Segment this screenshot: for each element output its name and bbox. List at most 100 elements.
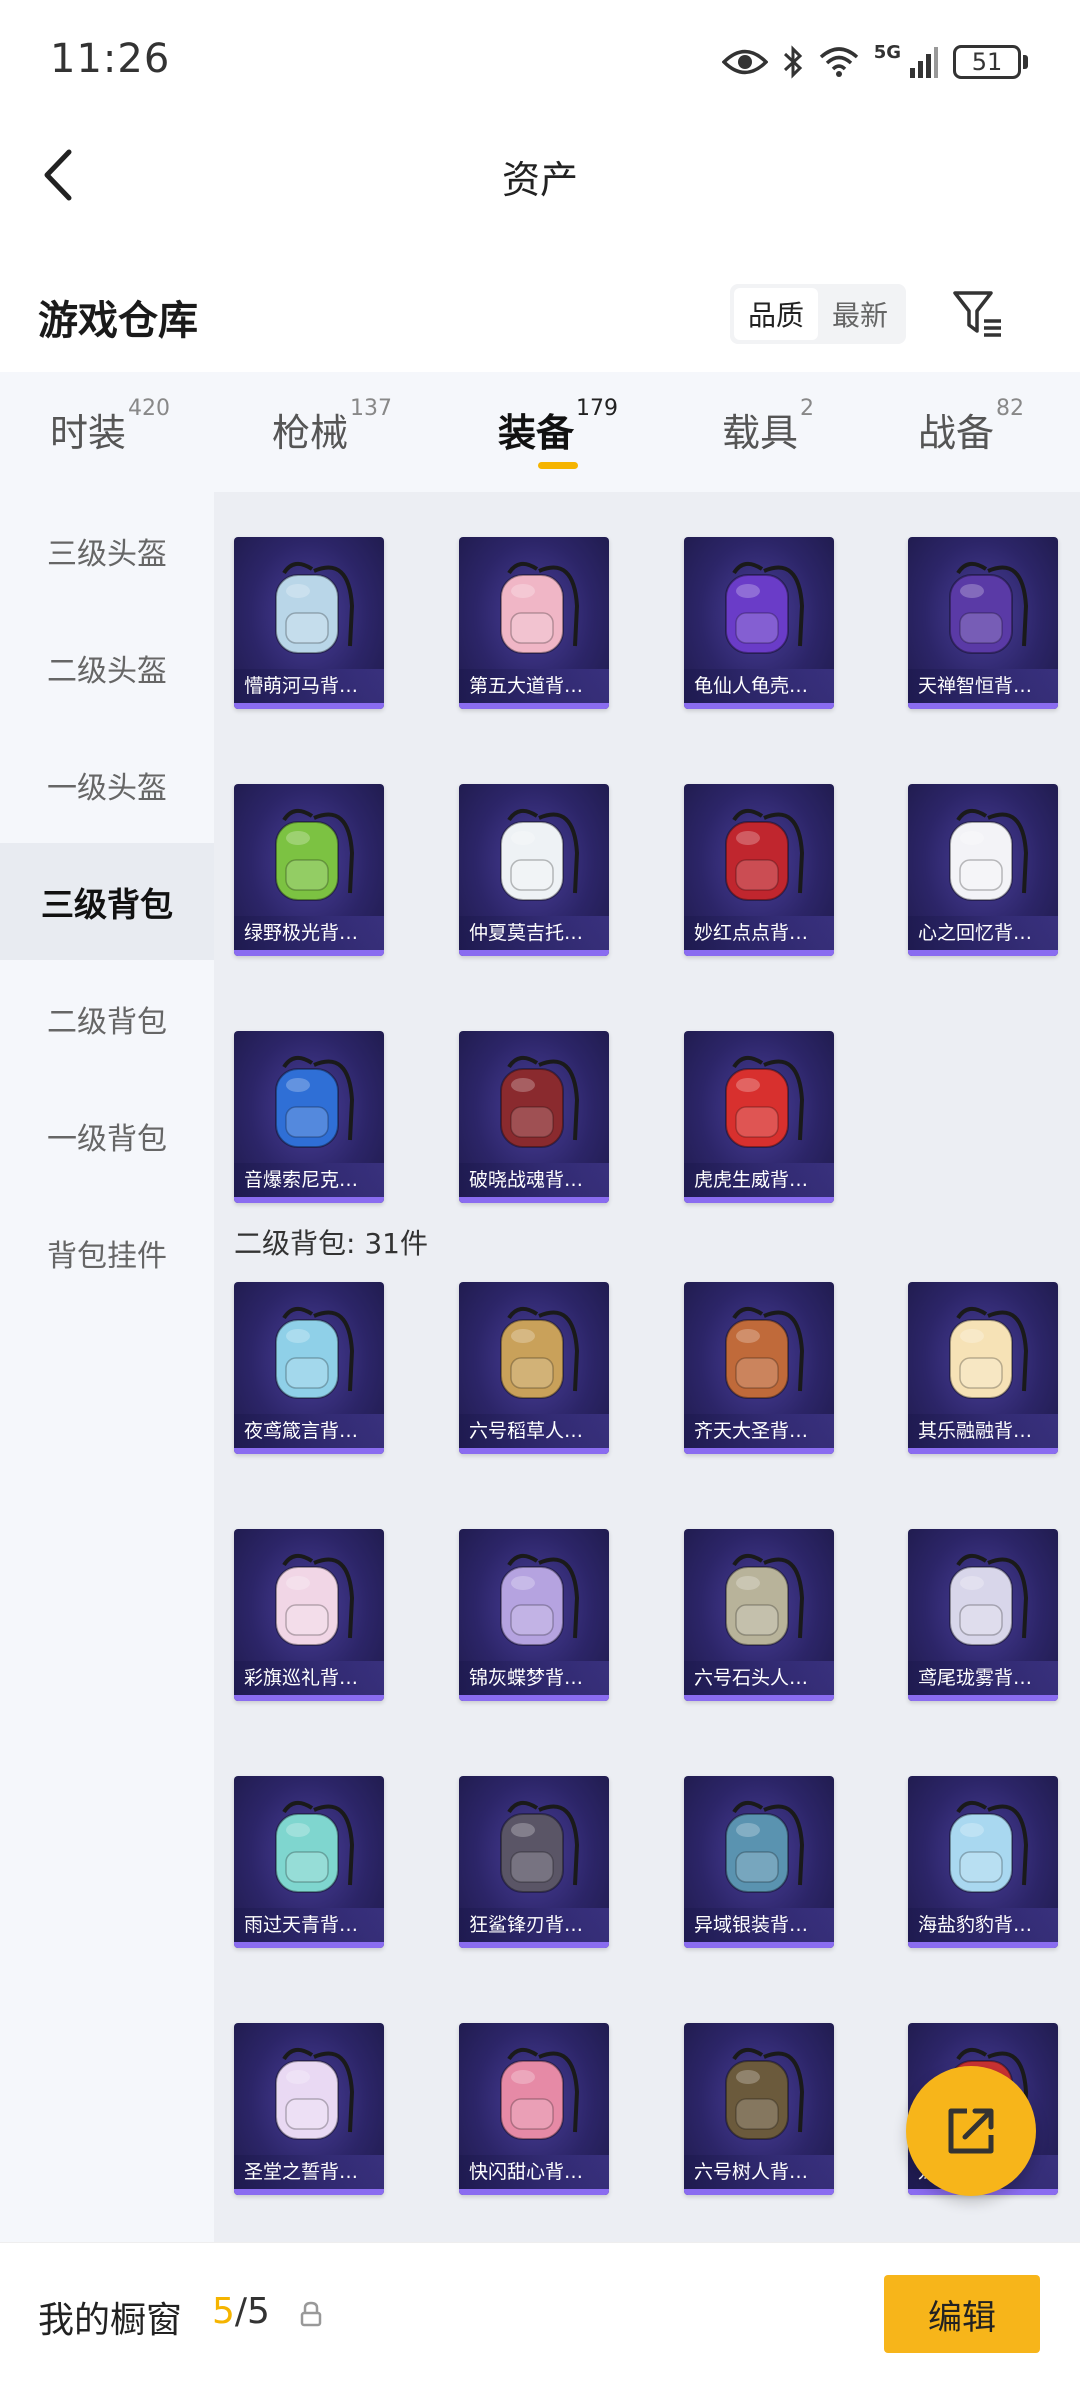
item-name: 懵萌河马背… xyxy=(234,669,384,703)
quality-bar xyxy=(459,950,609,956)
filter-icon xyxy=(953,291,1001,337)
backpack-lv3-item-card[interactable]: 天禅智恒背… xyxy=(908,537,1058,709)
backpack-lv3-item-card[interactable]: 心之回忆背… xyxy=(908,784,1058,956)
bottom-bar: 我的橱窗 5/5 编辑 xyxy=(0,2242,1080,2381)
backpack-lv2-item-card[interactable]: 雨过天青背… xyxy=(234,1776,384,1948)
quality-bar xyxy=(908,950,1058,956)
backpack-lv2-item-card[interactable]: 狂鲨锋刃背… xyxy=(459,1776,609,1948)
bluetooth-icon xyxy=(782,44,804,80)
backpack-lv2-item-card[interactable]: 异域银装背… xyxy=(684,1776,834,1948)
status-icons: 5G 51 xyxy=(721,40,1028,84)
quality-bar xyxy=(234,1942,384,1948)
tab-weapons[interactable]: 枪械137 xyxy=(272,396,392,457)
quality-bar xyxy=(908,1448,1058,1454)
backpack-icon xyxy=(725,2047,805,2140)
backpack-icon xyxy=(725,1055,805,1148)
sort-quality-option[interactable]: 品质 xyxy=(734,288,818,340)
backpack-lv3-item-card[interactable]: 音爆索尼克… xyxy=(234,1031,384,1203)
backpack-lv2-item-card[interactable]: 鸢尾珑雾背… xyxy=(908,1529,1058,1701)
quality-bar xyxy=(459,1197,609,1203)
item-name: 龟仙人龟壳… xyxy=(684,669,834,703)
backpack-lv3-item-card[interactable]: 懵萌河马背… xyxy=(234,537,384,709)
tab-count: 137 xyxy=(350,396,393,421)
backpack-lv2-item-card[interactable]: 夜鸢箴言背… xyxy=(234,1282,384,1454)
backpack-lv3-item-card[interactable]: 龟仙人龟壳… xyxy=(684,537,834,709)
quality-bar xyxy=(684,1695,834,1701)
backpack-lv2-item-card[interactable]: 海盐豹豹背… xyxy=(908,1776,1058,1948)
sidebar-item-helmet-lv3[interactable]: 三级头盔 xyxy=(0,492,214,609)
quality-bar xyxy=(684,950,834,956)
item-name: 彩旗巡礼背… xyxy=(234,1661,384,1695)
backpack-lv3-item-card[interactable]: 虎虎生威背… xyxy=(684,1031,834,1203)
backpack-icon xyxy=(949,561,1029,654)
sidebar-item-helmet-lv1[interactable]: 一级头盔 xyxy=(0,726,214,843)
status-time: 11:26 xyxy=(50,36,171,82)
backpack-icon xyxy=(500,1306,580,1399)
backpack-lv2-item-card[interactable]: 其乐融融背… xyxy=(908,1282,1058,1454)
network-type: 5G xyxy=(873,41,901,63)
item-name: 音爆索尼克… xyxy=(234,1163,384,1197)
backpack-lv3-item-card[interactable]: 妙红点点背… xyxy=(684,784,834,956)
tab-count: 420 xyxy=(128,396,171,421)
backpack-icon xyxy=(949,808,1029,901)
item-name: 鸢尾珑雾背… xyxy=(908,1661,1058,1695)
tab-vehicles[interactable]: 载具2 xyxy=(722,396,814,457)
item-name: 虎虎生威背… xyxy=(684,1163,834,1197)
share-icon xyxy=(948,2108,994,2154)
quality-bar xyxy=(459,1942,609,1948)
filter-button[interactable] xyxy=(948,284,1008,344)
share-button[interactable] xyxy=(906,2066,1036,2196)
item-name: 其乐融融背… xyxy=(908,1414,1058,1448)
eye-icon xyxy=(721,47,768,77)
warehouse-header: 游戏仓库 品质 最新 xyxy=(0,270,1080,360)
quality-bar xyxy=(684,1448,834,1454)
backpack-icon xyxy=(725,561,805,654)
backpack-lv3-item-card[interactable]: 绿野极光背… xyxy=(234,784,384,956)
tab-equipment[interactable]: 装备179 xyxy=(498,396,618,457)
sidebar-item-backpack-lv1[interactable]: 一级背包 xyxy=(0,1077,214,1194)
backpack-icon xyxy=(500,1553,580,1646)
quality-bar xyxy=(234,1448,384,1454)
backpack-lv2-item-card[interactable]: 快闪甜心背… xyxy=(459,2023,609,2195)
tab-fashion[interactable]: 时装420 xyxy=(50,396,170,457)
showcase-label: 我的橱窗 xyxy=(38,2300,183,2341)
tab-count: 82 xyxy=(996,396,1025,421)
backpack-lv2-item-card[interactable]: 圣堂之誓背… xyxy=(234,2023,384,2195)
backpack-icon xyxy=(725,1306,805,1399)
sort-newest-option[interactable]: 最新 xyxy=(818,288,902,340)
item-name: 六号树人背… xyxy=(684,2155,834,2189)
item-name: 锦灰蝶梦背… xyxy=(459,1661,609,1695)
item-name: 绿野极光背… xyxy=(234,916,384,950)
item-name: 快闪甜心背… xyxy=(459,2155,609,2189)
page-title: 资产 xyxy=(501,158,578,202)
backpack-lv2-item-card[interactable]: 六号树人背… xyxy=(684,2023,834,2195)
item-name: 圣堂之誓背… xyxy=(234,2155,384,2189)
tab-tactical[interactable]: 战备82 xyxy=(918,396,1024,457)
tab-count: 2 xyxy=(800,396,815,421)
nav-bar: 资产 xyxy=(0,125,1080,225)
edit-button[interactable]: 编辑 xyxy=(884,2275,1040,2353)
sidebar-item-backpack-lv2[interactable]: 二级背包 xyxy=(0,960,214,1077)
backpack-lv3-item-card[interactable]: 仲夏莫吉托… xyxy=(459,784,609,956)
backpack-lv3-item-card[interactable]: 第五大道背… xyxy=(459,537,609,709)
item-name: 雨过天青背… xyxy=(234,1908,384,1942)
backpack-icon xyxy=(500,808,580,901)
backpack-lv2-item-card[interactable]: 六号稻草人… xyxy=(459,1282,609,1454)
tab-count: 179 xyxy=(576,396,619,421)
battery-icon: 51 xyxy=(953,45,1028,79)
item-name: 夜鸢箴言背… xyxy=(234,1414,384,1448)
backpack-lv2-item-card[interactable]: 六号石头人… xyxy=(684,1529,834,1701)
backpack-icon xyxy=(949,1800,1029,1893)
sidebar-item-backpack-lv3[interactable]: 三级背包 xyxy=(0,843,214,960)
backpack-icon xyxy=(500,2047,580,2140)
sidebar-item-helmet-lv2[interactable]: 二级头盔 xyxy=(0,609,214,726)
backpack-lv2-item-card[interactable]: 彩旗巡礼背… xyxy=(234,1529,384,1701)
backpack-lv2-item-card[interactable]: 齐天大圣背… xyxy=(684,1282,834,1454)
sidebar-item-backpack-charms[interactable]: 背包挂件 xyxy=(0,1194,214,1311)
backpack-icon xyxy=(275,1306,355,1399)
backpack-lv2-item-card[interactable]: 锦灰蝶梦背… xyxy=(459,1529,609,1701)
quality-bar xyxy=(234,703,384,709)
backpack-lv3-item-card[interactable]: 破晓战魂背… xyxy=(459,1031,609,1203)
quality-bar xyxy=(234,1695,384,1701)
quality-bar xyxy=(234,1197,384,1203)
